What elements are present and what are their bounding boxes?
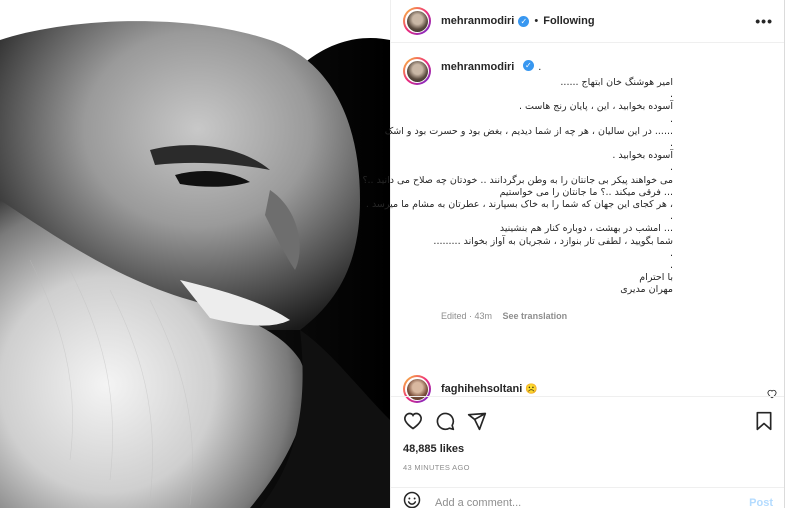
author-username[interactable]: mehranmodiri xyxy=(441,15,514,27)
caption-line: می خواهند پیکر بی جانتان را به وطن برگرد… xyxy=(362,174,673,186)
caption-line: آسوده بخوابید ، این ، پایان رنج هاست . xyxy=(519,101,673,113)
caption-username[interactable]: mehranmodiri xyxy=(441,61,514,73)
caption-line: ...... در این سالیان ، هر چه از شما دیدی… xyxy=(384,125,673,137)
comment-input[interactable]: Add a comment... xyxy=(435,497,749,508)
more-options-icon[interactable]: ••• xyxy=(755,13,773,29)
post-photo[interactable] xyxy=(0,0,390,508)
like-count[interactable]: 48,885 likes xyxy=(403,443,464,455)
caption-line: . xyxy=(669,247,673,259)
edited-timestamp: Edited · 43m xyxy=(441,310,493,321)
caption-line: . xyxy=(669,113,673,125)
verified-badge-icon: ✓ xyxy=(518,15,530,27)
caption-line: با احترام xyxy=(639,272,673,284)
action-bar xyxy=(391,396,785,444)
caption-line: آسوده بخوابید . xyxy=(612,150,673,162)
caption-line: ... امشب در بهشت ، دوباره کنار هم بنشینی… xyxy=(499,223,673,235)
add-comment-bar: Add a comment... Post xyxy=(391,487,785,508)
like-heart-icon[interactable] xyxy=(403,411,423,431)
comment-bubble-icon[interactable] xyxy=(435,411,455,431)
post-timestamp[interactable]: 43 MINUTES AGO xyxy=(403,463,470,472)
caption-line: شما بگویید ، لطفی تار بنوازد ، شجریان به… xyxy=(433,235,673,247)
post-comment-button[interactable]: Post xyxy=(749,497,773,508)
verified-badge-icon: ✓ xyxy=(522,60,534,72)
caption-line: ، هر کجای این جهان که شما را به خاک بسپا… xyxy=(365,199,673,211)
separator-dot: • xyxy=(534,15,539,27)
caption-line: امیر هوشنگ خان ابتهاج ...... xyxy=(560,77,673,88)
comment-text: ☹️ xyxy=(525,383,538,395)
caption-line: مهران مدیری xyxy=(620,284,673,296)
emoji-smiley-icon[interactable] xyxy=(403,491,421,508)
share-paper-plane-icon[interactable] xyxy=(467,411,487,431)
save-bookmark-icon[interactable] xyxy=(755,411,773,431)
post-header: mehranmodiri ✓ • Following ••• xyxy=(391,0,785,43)
post-caption: mehranmodiri ✓ . امیر هوشنگ خان ابتهاج .… xyxy=(362,43,785,321)
author-avatar[interactable] xyxy=(403,7,431,35)
commenter-username[interactable]: faghihehsoltani xyxy=(441,383,522,395)
caption-line: . xyxy=(669,138,673,150)
portrait-image xyxy=(0,0,390,508)
caption-line: . xyxy=(669,211,673,223)
caption-line: ... فرقی میکند ..؟ ما جانتان را می خواست… xyxy=(499,186,673,198)
see-translation-link[interactable]: See translation xyxy=(503,311,568,321)
caption-line: . xyxy=(669,89,673,101)
following-button[interactable]: Following xyxy=(543,15,594,27)
post-modal: mehranmodiri ✓ • Following ••• mehranmod… xyxy=(0,0,785,508)
caption-line: . xyxy=(669,162,673,174)
caption-suffix: . xyxy=(538,61,542,73)
caption-line: . xyxy=(669,260,673,272)
caption-text: امیر هوشنگ خان ابتهاج ....... آسوده بخواب… xyxy=(362,77,673,297)
post-sidebar: mehranmodiri ✓ • Following ••• mehranmod… xyxy=(362,0,785,508)
